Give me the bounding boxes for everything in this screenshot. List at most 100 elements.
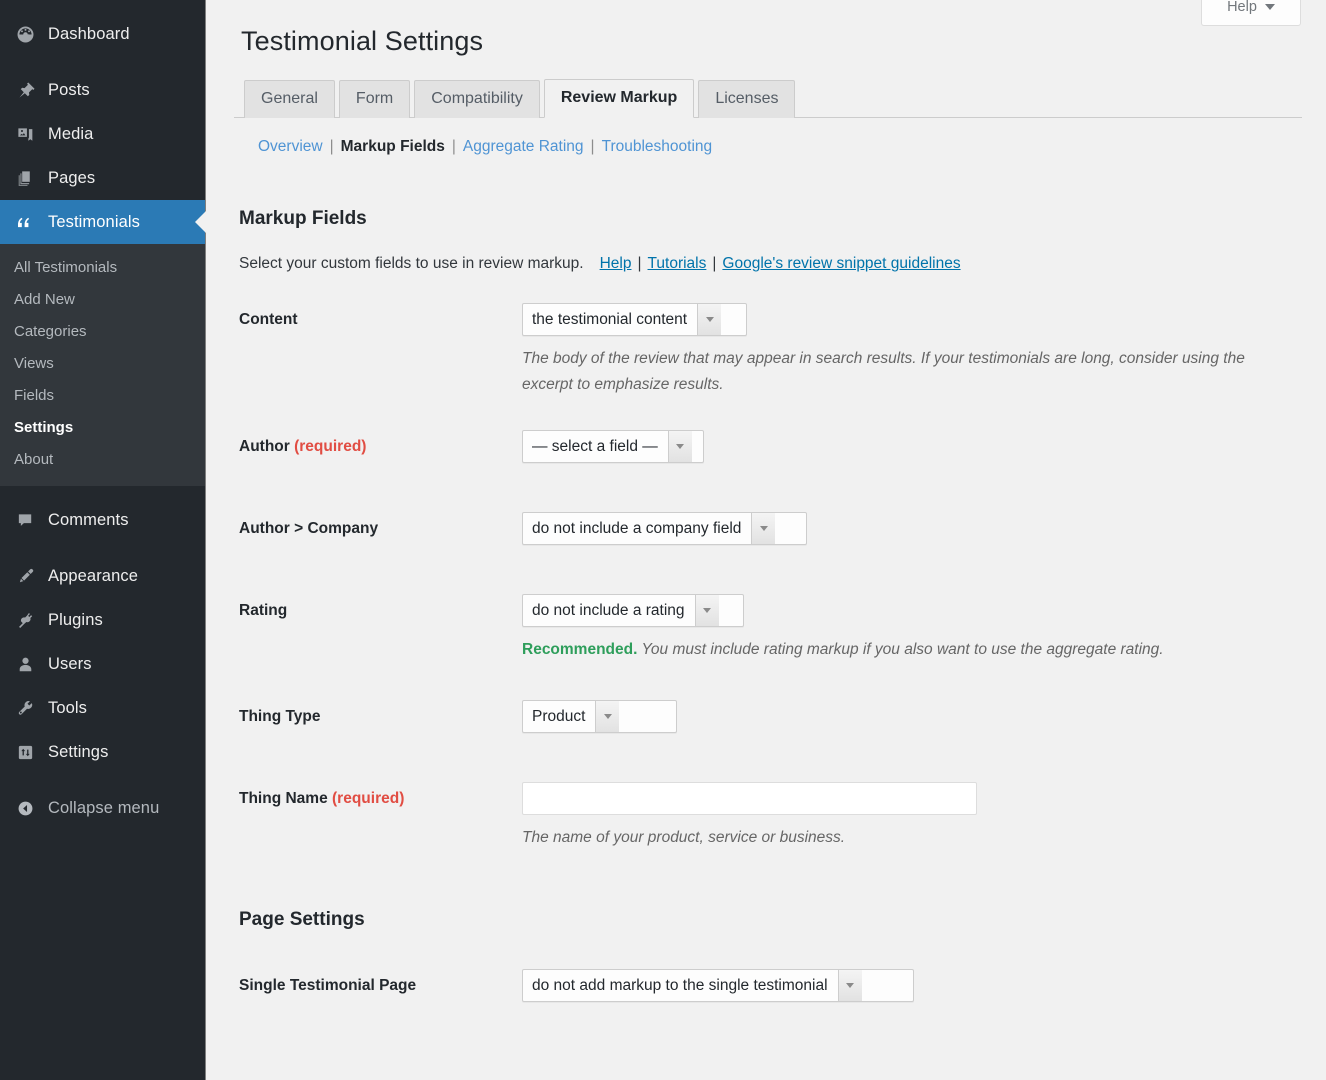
subnav-separator: | [591, 136, 595, 158]
tab-review-markup[interactable]: Review Markup [544, 79, 694, 118]
main-content: Help Testimonial Settings General Form C… [206, 0, 1326, 1080]
sidebar-item-about[interactable]: About [0, 444, 205, 476]
page-settings-heading: Page Settings [234, 909, 1302, 931]
tutorials-link[interactable]: Tutorials [648, 253, 707, 275]
sidebar-item-label: Plugins [48, 611, 103, 630]
form-row-rating: Rating do not include a rating Recommend… [234, 590, 1302, 663]
author-field-select[interactable]: — select a field — [522, 430, 704, 463]
form-row-author-company: Author > Company do not include a compan… [234, 508, 1302, 545]
sidebar-item-categories[interactable]: Categories [0, 316, 205, 348]
content-field-select[interactable]: the testimonial content [522, 303, 747, 336]
sidebar-item-label: Comments [48, 511, 129, 530]
sidebar-item-label: Pages [48, 169, 95, 188]
google-review-snippet-guidelines-link[interactable]: Google's review snippet guidelines [722, 253, 960, 275]
sidebar-item-label: Settings [48, 743, 108, 762]
sidebar-item-dashboard[interactable]: Dashboard [0, 12, 205, 56]
select-dropdown-button[interactable] [695, 595, 719, 626]
subnav-link-troubleshooting[interactable]: Troubleshooting [602, 136, 713, 158]
sidebar-item-collapse-menu[interactable]: Collapse menu [0, 786, 205, 830]
collapse-arrow-icon [10, 799, 40, 818]
chevron-down-icon [676, 444, 684, 449]
plug-icon [10, 611, 40, 630]
sidebar-item-label: Users [48, 655, 92, 674]
form-field-author-company: do not include a company field [522, 508, 1302, 545]
form-label-text: Thing Type [239, 708, 321, 725]
sidebar-item-comments[interactable]: Comments [0, 498, 205, 542]
help-button-label: Help [1227, 0, 1257, 15]
form-label-text: Author > Company [239, 520, 378, 537]
sidebar-item-views[interactable]: Views [0, 348, 205, 380]
rating-field-description: Recommended. You must include rating mar… [522, 637, 1302, 663]
sidebar-item-label: Media [48, 125, 93, 144]
thing-type-field-select-value: Product [523, 701, 595, 732]
subnav-link-overview[interactable]: Overview [258, 136, 323, 158]
form-label-author-company: Author > Company [234, 508, 522, 540]
author-company-field-select[interactable]: do not include a company field [522, 512, 807, 545]
chevron-down-icon [760, 526, 768, 531]
markup-fields-form: Content the testimonial content The body… [234, 299, 1302, 851]
form-row-thing-name: Thing Name (required) The name of your p… [234, 778, 1302, 851]
comments-icon [10, 511, 40, 530]
sidebar-item-all-testimonials[interactable]: All Testimonials [0, 252, 205, 284]
media-icon [10, 125, 40, 144]
select-dropdown-button[interactable] [668, 431, 692, 462]
form-row-content: Content the testimonial content The body… [234, 299, 1302, 398]
form-label-content: Content [234, 299, 522, 331]
sidebar-item-posts[interactable]: Posts [0, 68, 205, 112]
sidebar-item-users[interactable]: Users [0, 642, 205, 686]
recommended-badge: Recommended. [522, 641, 637, 658]
pages-icon [10, 169, 40, 188]
sidebar-item-testimonials[interactable]: Testimonials [0, 200, 205, 244]
author-field-select-value: — select a field — [523, 431, 668, 462]
thing-name-field-description: The name of your product, service or bus… [522, 825, 1292, 851]
dashboard-icon [10, 25, 40, 44]
rating-field-select[interactable]: do not include a rating [522, 594, 744, 627]
tab-general[interactable]: General [244, 80, 335, 118]
page-title: Testimonial Settings [234, 0, 1302, 57]
help-link[interactable]: Help [600, 253, 632, 275]
select-dropdown-button[interactable] [751, 513, 775, 544]
sidebar-item-tools[interactable]: Tools [0, 686, 205, 730]
sliders-icon [10, 743, 40, 762]
markup-fields-heading: Markup Fields [234, 208, 1302, 230]
sidebar-item-appearance[interactable]: Appearance [0, 554, 205, 598]
form-label-rating: Rating [234, 590, 522, 622]
page-settings-form: Single Testimonial Page do not add marku… [234, 965, 1302, 1002]
sidebar-item-pages[interactable]: Pages [0, 156, 205, 200]
sidebar-item-label: Posts [48, 81, 90, 100]
quote-icon [10, 212, 40, 232]
wordpress-admin-screen: Dashboard Posts Media [0, 0, 1326, 1080]
sidebar-item-settings-sub[interactable]: Settings [0, 412, 205, 444]
author-company-field-select-value: do not include a company field [523, 513, 751, 544]
link-separator: | [637, 253, 641, 275]
subnav-link-aggregate-rating[interactable]: Aggregate Rating [463, 136, 584, 158]
select-dropdown-button[interactable] [838, 970, 862, 1001]
sidebar-item-settings[interactable]: Settings [0, 730, 205, 774]
thing-name-input[interactable] [522, 782, 977, 815]
tab-compatibility[interactable]: Compatibility [414, 80, 540, 118]
sidebar-item-plugins[interactable]: Plugins [0, 598, 205, 642]
subnav-link-markup-fields[interactable]: Markup Fields [341, 136, 445, 158]
tab-licenses[interactable]: Licenses [698, 80, 795, 118]
sidebar-item-label: Collapse menu [48, 799, 159, 818]
form-field-content: the testimonial content The body of the … [522, 299, 1302, 398]
select-dropdown-button[interactable] [595, 701, 619, 732]
sub-navigation: Overview | Markup Fields | Aggregate Rat… [234, 118, 1302, 158]
chevron-down-icon [703, 608, 711, 613]
sidebar-item-media[interactable]: Media [0, 112, 205, 156]
sidebar-divider [0, 774, 205, 786]
form-field-thing-type: Product [522, 696, 1302, 733]
select-dropdown-button[interactable] [697, 304, 721, 335]
sidebar-item-fields[interactable]: Fields [0, 380, 205, 412]
subnav-separator: | [330, 136, 334, 158]
single-testimonial-page-select[interactable]: do not add markup to the single testimon… [522, 969, 914, 1002]
markup-fields-description: Select your custom fields to use in revi… [234, 253, 1302, 275]
tab-form[interactable]: Form [339, 80, 410, 118]
thing-type-field-select[interactable]: Product [522, 700, 677, 733]
form-label-text: Content [239, 311, 298, 328]
subnav-separator: | [452, 136, 456, 158]
form-row-single-testimonial-page: Single Testimonial Page do not add marku… [234, 965, 1302, 1002]
help-button[interactable]: Help [1201, 0, 1301, 26]
active-indicator-arrow [195, 211, 206, 233]
sidebar-item-add-new[interactable]: Add New [0, 284, 205, 316]
